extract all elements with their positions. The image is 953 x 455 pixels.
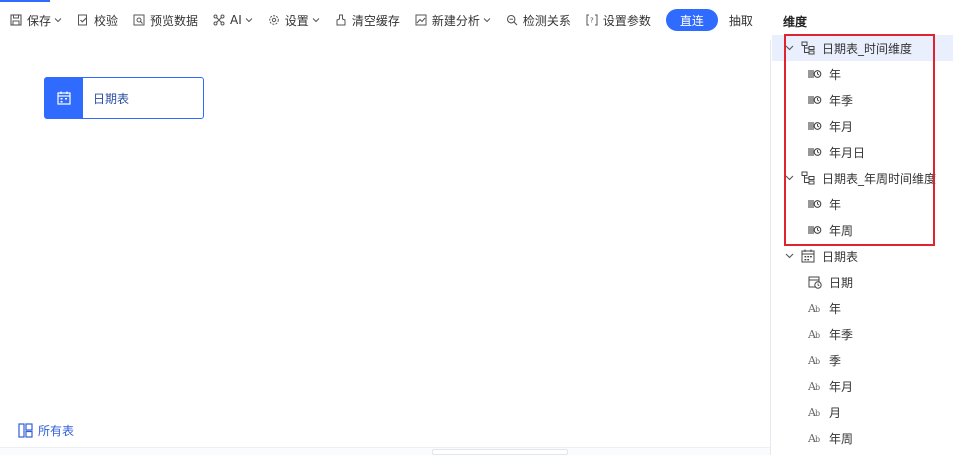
tree-group-year-week-dimension[interactable]: 日期表_年周时间维度 (772, 165, 953, 191)
settings-button[interactable]: 设置 (268, 8, 320, 32)
save-icon (10, 14, 22, 26)
chevron-down-icon (245, 16, 253, 24)
validate-button[interactable]: 校验 (77, 8, 118, 32)
level-icon (808, 145, 822, 159)
level-icon (808, 67, 822, 81)
tree-field-text[interactable]: Ab 年周 (772, 425, 953, 451)
ai-nodes-icon (213, 14, 225, 26)
tree-field-label: 季 (829, 353, 842, 368)
svg-text:?: ? (590, 17, 594, 25)
table-node-date[interactable]: 日期表 (44, 77, 204, 119)
mode-extract-button[interactable]: 抽取 (718, 9, 764, 31)
image-analysis-icon (415, 14, 427, 26)
detect-relations-label: 检测关系 (522, 13, 571, 28)
tree-group-time-dimension[interactable]: 日期表_时间维度 (772, 35, 953, 61)
tree-item-label: 年月 (829, 119, 854, 134)
chevron-down-icon[interactable] (785, 251, 795, 261)
layout-panel-icon (18, 423, 33, 438)
hierarchy-icon (801, 41, 815, 55)
ai-button[interactable]: AI (213, 8, 253, 32)
tree-field-text[interactable]: Ab 年 (772, 295, 953, 321)
chevron-down-icon[interactable] (785, 43, 795, 53)
date-field-icon (808, 275, 822, 289)
calendar-icon (801, 249, 815, 263)
tree-field-label: 月 (829, 405, 842, 420)
validate-label: 校验 (94, 13, 119, 28)
chevron-down-icon[interactable] (785, 173, 795, 183)
chevron-down-icon (483, 16, 491, 24)
panel-title: 维度 (783, 15, 808, 29)
ai-label: AI (230, 13, 242, 27)
dimension-tree: 日期表_时间维度 年 年季 年月 年月日 日期表_年周时间维度 年 年周 日期表… (772, 35, 953, 451)
dimension-panel: 维度 日期表_时间维度 年 年季 年月 年月日 日期表_年周时间维度 年 年周 … (772, 0, 953, 455)
tree-field-label: 年 (829, 301, 842, 316)
calendar-icon (45, 78, 83, 118)
settings-label: 设置 (284, 13, 309, 28)
new-analysis-button[interactable]: 新建分析 (415, 8, 491, 32)
tree-field-label: 年周 (829, 431, 854, 446)
tree-item-label: 年月日 (829, 145, 866, 160)
mode-direct-button[interactable]: 直连 (665, 9, 718, 31)
tree-field-text[interactable]: Ab 月 (772, 399, 953, 425)
toolbar: 保存 校验 预览数据 AI 设置 清空缓存 新建分析 检测关系 ? 设置参数 直… (0, 0, 771, 40)
tree-field-text[interactable]: Ab 年季 (772, 321, 953, 347)
level-icon (808, 223, 822, 237)
clear-cache-label: 清空缓存 (351, 13, 400, 28)
tree-field-text[interactable]: Ab 季 (772, 347, 953, 373)
tree-field-label: 年季 (829, 327, 854, 342)
tree-group-label: 日期表_年周时间维度 (822, 171, 937, 186)
tree-item-label: 年 (829, 67, 842, 82)
tree-table-date[interactable]: 日期表 (772, 243, 953, 269)
parameter-icon: ? (586, 14, 598, 26)
hierarchy-icon (801, 171, 815, 185)
text-field-icon: Ab (808, 431, 820, 445)
connection-mode-toggle: 直连 抽取 (665, 9, 764, 31)
tree-field-date[interactable]: 日期 (772, 269, 953, 295)
tree-item-level[interactable]: 年 (772, 61, 953, 87)
text-field-icon: Ab (808, 301, 820, 315)
preview-icon (133, 14, 145, 26)
clear-cache-button[interactable]: 清空缓存 (335, 8, 400, 32)
all-tables-label: 所有表 (38, 424, 75, 438)
level-icon (808, 119, 822, 133)
level-icon (808, 197, 822, 211)
tree-field-text[interactable]: Ab 年月 (772, 373, 953, 399)
tree-item-level[interactable]: 年季 (772, 87, 953, 113)
table-node-label: 日期表 (93, 91, 130, 106)
preview-label: 预览数据 (150, 13, 199, 28)
gear-icon (268, 14, 280, 26)
save-label: 保存 (27, 13, 52, 28)
tree-item-label: 年季 (829, 93, 854, 108)
model-canvas[interactable]: 日期表 所有表 (0, 40, 771, 455)
chevron-down-icon (54, 16, 62, 24)
tree-item-level[interactable]: 年月 (772, 113, 953, 139)
tree-group-label: 日期表_时间维度 (822, 41, 913, 56)
text-field-icon: Ab (808, 405, 820, 419)
set-params-button[interactable]: ? 设置参数 (586, 8, 651, 32)
tree-item-label: 年 (829, 197, 842, 212)
all-tables-button[interactable]: 所有表 (18, 422, 74, 439)
tree-item-level[interactable]: 年 (772, 191, 953, 217)
preview-data-button[interactable]: 预览数据 (133, 8, 198, 32)
horizontal-scrollbar[interactable] (0, 447, 770, 455)
level-icon (808, 93, 822, 107)
search-icon (506, 14, 518, 26)
save-button[interactable]: 保存 (10, 8, 62, 32)
tree-field-label: 日期 (829, 275, 854, 290)
chevron-down-icon (312, 16, 320, 24)
scrollbar-thumb[interactable] (432, 449, 568, 455)
text-field-icon: Ab (808, 379, 820, 393)
set-params-label: 设置参数 (602, 13, 651, 28)
tree-item-level[interactable]: 年月日 (772, 139, 953, 165)
tree-item-label: 年周 (829, 223, 854, 238)
text-field-icon: Ab (808, 327, 820, 341)
check-document-icon (77, 14, 89, 26)
tree-item-level[interactable]: 年周 (772, 217, 953, 243)
tree-field-label: 年月 (829, 379, 854, 394)
text-field-icon: Ab (808, 353, 820, 367)
detect-relations-button[interactable]: 检测关系 (506, 8, 571, 32)
new-analysis-label: 新建分析 (431, 13, 480, 28)
broom-icon (335, 14, 347, 26)
tree-table-label: 日期表 (822, 249, 859, 264)
